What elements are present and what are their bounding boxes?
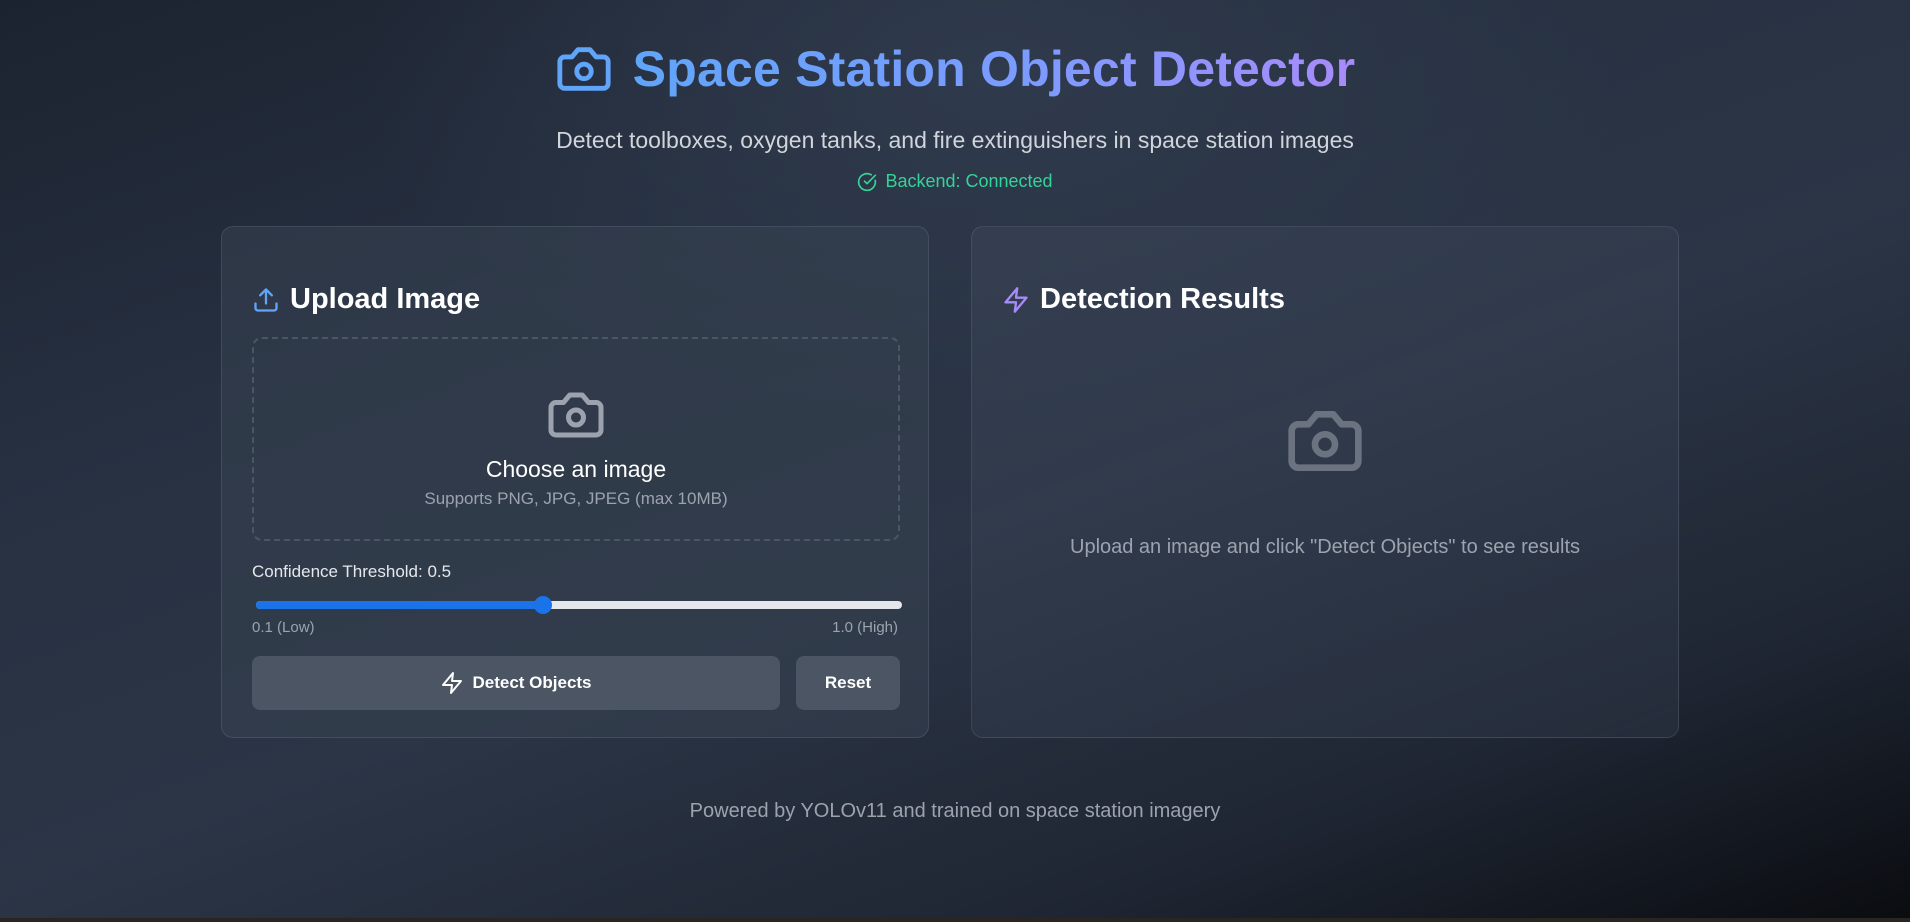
upload-card-header: Upload Image — [252, 283, 480, 316]
image-dropzone[interactable]: Choose an image Supports PNG, JPG, JPEG … — [252, 337, 900, 541]
backend-status-text: Backend: Connected — [885, 171, 1053, 191]
dropzone-subtitle: Supports PNG, JPG, JPEG (max 10MB) — [424, 489, 728, 508]
slider-fill — [256, 601, 543, 609]
upload-card: Upload Image Choose an image Supports PN… — [221, 226, 929, 738]
reset-button[interactable]: Reset — [796, 656, 900, 710]
dropzone-title: Choose an image — [485, 456, 667, 482]
confidence-threshold-slider[interactable] — [256, 595, 902, 615]
page-title: Space Station Object Detector — [632, 41, 1356, 97]
bottom-edge — [0, 918, 1910, 922]
check-circle-icon — [857, 172, 877, 192]
confidence-threshold-label: Confidence Threshold: 0.5 — [252, 562, 452, 581]
page-header: Space Station Object Detector Detect too… — [0, 36, 1910, 197]
results-card-title: Detection Results — [1040, 283, 1285, 315]
camera-icon — [546, 385, 606, 450]
detect-objects-label: Detect Objects — [472, 673, 592, 692]
detect-objects-button[interactable]: Detect Objects — [252, 656, 780, 710]
results-card: Detection Results Upload an image and cl… — [971, 226, 1679, 738]
results-empty-state: Upload an image and click "Detect Object… — [972, 401, 1678, 559]
upload-icon — [252, 286, 280, 314]
upload-card-title: Upload Image — [290, 283, 481, 315]
slider-thumb[interactable] — [534, 596, 552, 614]
results-empty-text: Upload an image and click "Detect Object… — [1070, 536, 1580, 558]
lightning-icon — [1002, 286, 1030, 314]
title-row: Space Station Object Detector — [555, 36, 1356, 102]
lightning-icon — [440, 671, 464, 695]
backend-status: Backend: Connected — [857, 171, 1053, 192]
page-subtitle: Detect toolboxes, oxygen tanks, and fire… — [556, 127, 1354, 153]
camera-icon — [1285, 401, 1365, 486]
results-card-header: Detection Results — [1002, 283, 1285, 316]
slider-min-label: 0.1 (Low) — [252, 619, 315, 636]
footer-text: Powered by YOLOv11 and trained on space … — [689, 800, 1221, 822]
slider-max-label: 1.0 (High) — [832, 619, 898, 636]
camera-icon — [555, 40, 613, 98]
